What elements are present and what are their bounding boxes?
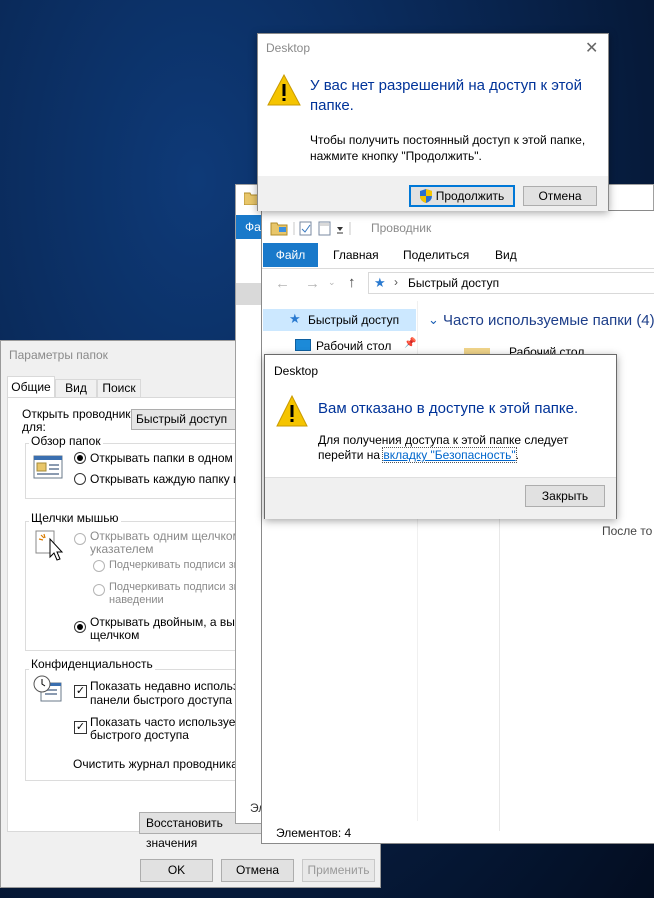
apply-button[interactable]: Применить (302, 859, 375, 882)
tab-view-label: Вид (65, 381, 87, 395)
double-click-radio[interactable] (74, 621, 86, 633)
access-denied-body-suffix: . (515, 448, 519, 462)
security-tab-link[interactable]: вкладку "Безопасность" (382, 447, 517, 463)
access-denied-dialog: Desktop Вам отказано в доступе к этой па… (264, 354, 617, 519)
browse-same-window-radio[interactable] (74, 452, 86, 464)
uac-heading: У вас нет разрешений на доступ к этой па… (310, 77, 583, 114)
single-click-radio[interactable] (74, 533, 86, 545)
access-denied-body-line1: Для получения доступа к этой папке следу… (318, 433, 569, 447)
tab-search[interactable]: Поиск (97, 379, 141, 398)
browse-same-window-label: Открывать папки в одном и т (90, 451, 252, 465)
uac-continue-label: Продолжить (435, 189, 505, 203)
quick-access-toolbar (270, 219, 365, 237)
show-recent-checkbox[interactable]: ✓ (74, 685, 87, 698)
recent-locations-icon[interactable]: ⌄ (328, 277, 336, 288)
explorer-title: Проводник (371, 221, 432, 235)
restore-defaults-label: Восстановить значения (146, 816, 223, 850)
show-recent-label: Показать недавно использо (90, 679, 245, 693)
background-file-tab-label: Фа (245, 220, 261, 234)
address-star-icon: ★ (374, 275, 386, 290)
privacy-group-label: Конфиденциальность (29, 657, 155, 671)
folder-options-title: Параметры папок (9, 348, 108, 362)
forward-arrow-icon[interactable]: → (305, 275, 320, 292)
single-click-label: Открывать одним щелчком, в (90, 529, 254, 543)
access-denied-heading: Вам отказано в доступе к этой папке. (318, 400, 579, 417)
show-recent-label-2: панели быстрого доступа (90, 693, 233, 707)
cancel-label: Отмена (235, 863, 280, 877)
address-chevron-icon: › (394, 275, 398, 289)
frequent-folders-header[interactable]: Часто используемые папки (4) (443, 312, 654, 329)
tab-view[interactable]: Вид (55, 379, 97, 398)
explorer-window: Проводник Файл Главная Поделиться Вид ← … (261, 210, 654, 844)
browse-folders-group-label: Обзор папок (29, 434, 103, 448)
underline-always-label: Подчеркивать подписи зн (109, 559, 240, 571)
recent-files-partial-text: После то (602, 524, 653, 538)
access-denied-body-line2: перейти на вкладку "Безопасность". (318, 447, 519, 463)
access-denied-warning-icon (276, 394, 308, 427)
uac-cancel-button[interactable]: Отмена (523, 186, 597, 206)
single-click-label-2: указателем (90, 542, 154, 556)
ok-button[interactable]: OK (140, 859, 213, 882)
close-button-label: Закрыть (541, 489, 589, 503)
ribbon-tab-view[interactable]: Вид (495, 248, 517, 262)
browse-folders-icon (33, 455, 63, 479)
pin-icon: 📌 (404, 338, 417, 349)
open-explorer-select[interactable]: Быстрый доступ (131, 409, 251, 430)
ribbon-tab-file-label: Файл (275, 248, 306, 262)
show-frequent-label: Показать часто используемы (90, 715, 253, 729)
privacy-icon (33, 675, 63, 705)
up-arrow-icon[interactable]: ↑ (348, 274, 356, 291)
uac-body: Чтобы получить постоянный доступ к этой … (310, 133, 586, 163)
tab-search-label: Поиск (102, 381, 136, 395)
address-bar[interactable]: ★ › Быстрый доступ (368, 272, 654, 294)
close-button[interactable]: Закрыть (525, 485, 605, 507)
nav-item-quick-access[interactable]: ★ Быстрый доступ (263, 309, 416, 331)
apply-label: Применить (307, 863, 370, 877)
underline-hover-label-2: наведении (109, 594, 164, 606)
show-frequent-checkbox[interactable]: ✓ (74, 721, 87, 734)
back-arrow-icon[interactable]: ← (275, 275, 290, 292)
underline-hover-label: Подчеркивать подписи зн (109, 581, 240, 593)
content-column-divider (499, 491, 500, 831)
tab-general[interactable]: Общие (7, 376, 55, 398)
double-click-label: Открывать двойным, а выде (90, 615, 249, 629)
underline-always-radio[interactable] (93, 560, 105, 572)
open-explorer-value: Быстрый доступ (136, 412, 228, 426)
nav-item-quick-access-label: Быстрый доступ (308, 313, 400, 327)
address-text: Быстрый доступ (408, 276, 500, 290)
uac-cancel-label: Отмена (538, 189, 582, 203)
nav-item-desktop-label: Рабочий стол (316, 339, 392, 353)
access-denied-title: Desktop (274, 364, 319, 378)
ok-label: OK (167, 863, 186, 877)
tab-general-label: Общие (11, 380, 51, 394)
mouse-click-icon (35, 529, 65, 561)
ribbon-tab-home[interactable]: Главная (333, 248, 379, 262)
uac-warning-icon (267, 73, 301, 106)
clear-history-label: Очистить журнал проводника (73, 757, 238, 771)
ribbon-tab-file[interactable]: Файл (263, 243, 318, 267)
browse-new-window-label: Открывать каждую папку в о (90, 472, 250, 486)
access-denied-body-prefix: перейти на (318, 448, 384, 462)
click-items-group-label: Щелчки мышью (29, 511, 121, 525)
status-bar-count: Элементов: 4 (276, 826, 352, 840)
ribbon-tab-share[interactable]: Поделиться (403, 248, 469, 262)
quick-access-star-icon: ★ (289, 311, 301, 326)
uac-close-icon[interactable]: ✕ (585, 38, 598, 58)
uac-shield-icon (420, 189, 432, 203)
underline-hover-radio[interactable] (93, 584, 105, 596)
browse-new-window-radio[interactable] (74, 473, 86, 485)
cancel-button[interactable]: Отмена (221, 859, 294, 882)
section-collapse-icon[interactable]: ⌄ (428, 312, 439, 328)
open-explorer-label: Открыть проводник для: (22, 407, 131, 434)
uac-dialog-title: Desktop (266, 41, 311, 55)
ribbon-divider (262, 268, 654, 269)
uac-dialog: Desktop ✕ У вас нет разрешений на доступ… (257, 33, 609, 211)
show-frequent-label-2: быстрого доступа (90, 728, 189, 742)
desktop-icon (295, 339, 311, 351)
uac-continue-button[interactable]: Продолжить (409, 185, 515, 207)
double-click-label-2: щелчком (90, 628, 140, 642)
